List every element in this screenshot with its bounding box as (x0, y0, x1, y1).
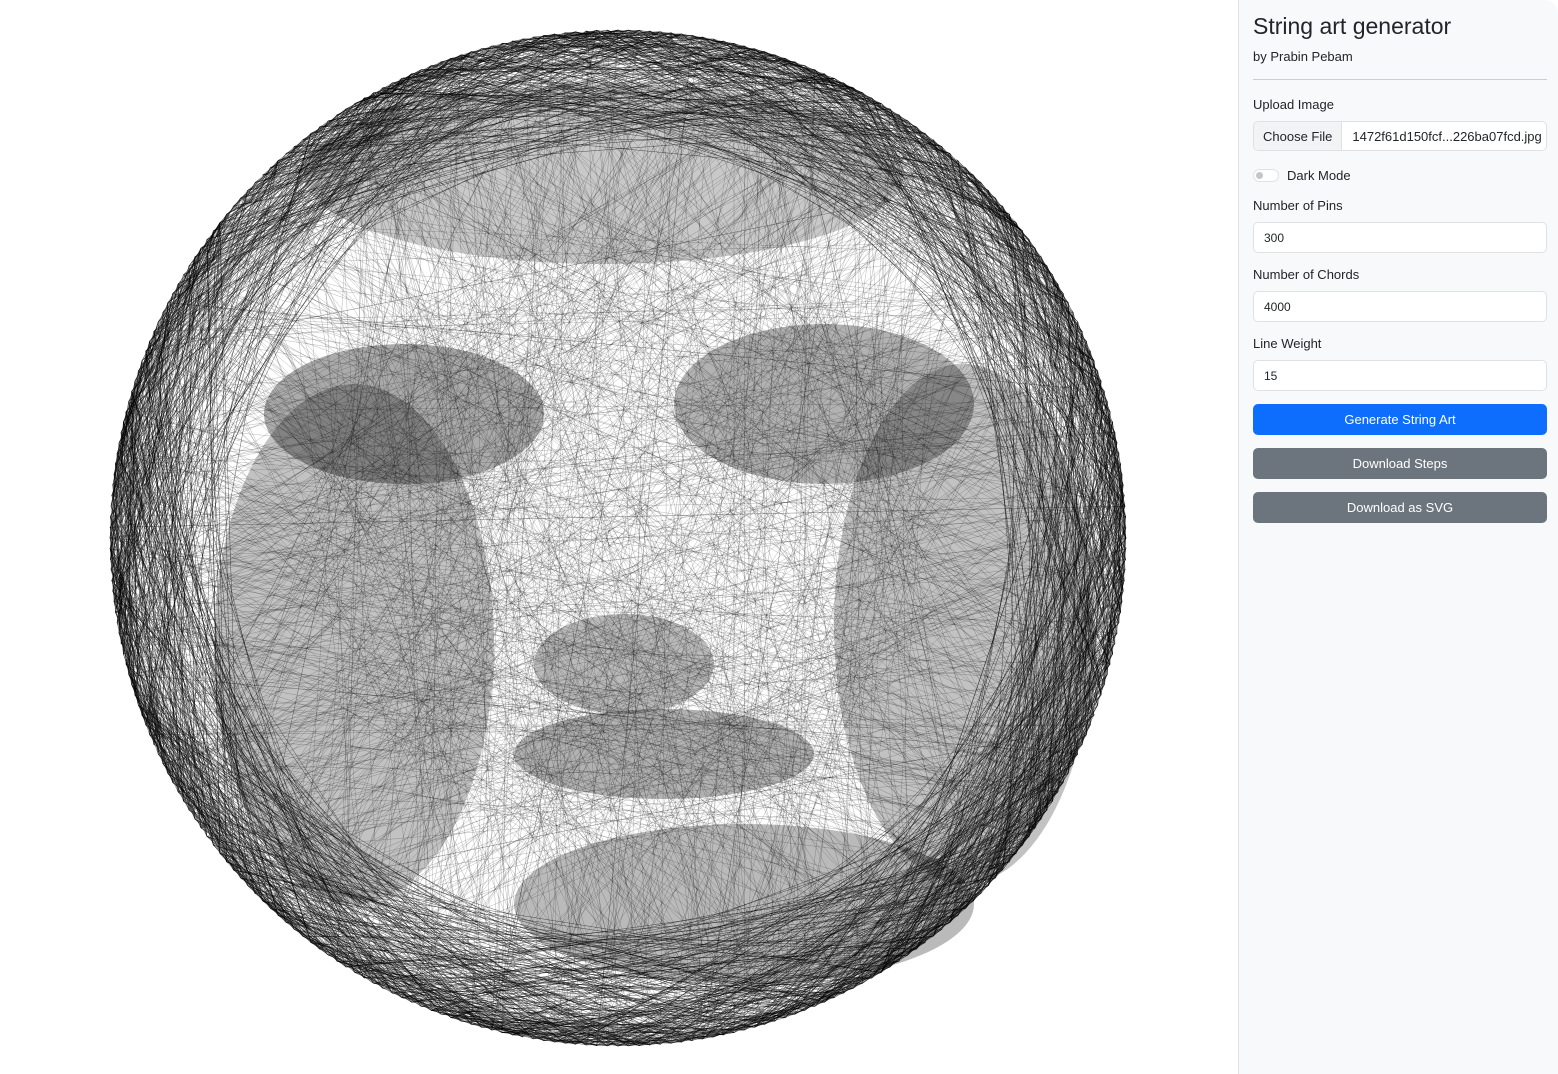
line-weight-label: Line Weight (1253, 336, 1322, 351)
dark-mode-label: Dark Mode (1287, 167, 1351, 183)
string-art-canvas (109, 29, 1127, 1047)
face-shading-4 (214, 384, 494, 904)
pins-label: Number of Pins (1253, 198, 1343, 213)
pins-input[interactable] (1253, 222, 1547, 253)
sidebar: String art generator by Prabin Pebam Upl… (1238, 0, 1558, 1074)
divider (1253, 79, 1547, 80)
face-shading-5 (834, 364, 1094, 884)
chords-input[interactable] (1253, 291, 1547, 322)
face-shading-7 (304, 84, 904, 264)
selected-file-name: 1472f61d150fcf...226ba07fcd.jpg (1352, 128, 1542, 144)
face-shading-3 (514, 709, 814, 799)
upload-image-label: Upload Image (1253, 97, 1334, 112)
toggle-knob (1256, 171, 1263, 179)
face-shading-2 (534, 614, 714, 714)
dark-mode-row: Dark Mode (1253, 166, 1547, 184)
author-credit: by Prabin Pebam (1253, 49, 1353, 64)
dark-mode-toggle[interactable] (1253, 168, 1279, 182)
canvas-area (0, 0, 1238, 1074)
app-root: String art generator by Prabin Pebam Upl… (0, 0, 1558, 1074)
app-title: String art generator (1253, 13, 1452, 39)
download-steps-button[interactable]: Download Steps (1253, 448, 1547, 479)
file-upload-input[interactable]: Choose File 1472f61d150fcf...226ba07fcd.… (1253, 121, 1547, 151)
generate-button[interactable]: Generate String Art (1253, 404, 1547, 435)
line-weight-input[interactable] (1253, 360, 1547, 391)
download-svg-button[interactable]: Download as SVG (1253, 492, 1547, 523)
chords-label: Number of Chords (1253, 267, 1360, 282)
choose-file-button[interactable]: Choose File (1254, 122, 1343, 150)
face-shading-6 (514, 824, 974, 984)
